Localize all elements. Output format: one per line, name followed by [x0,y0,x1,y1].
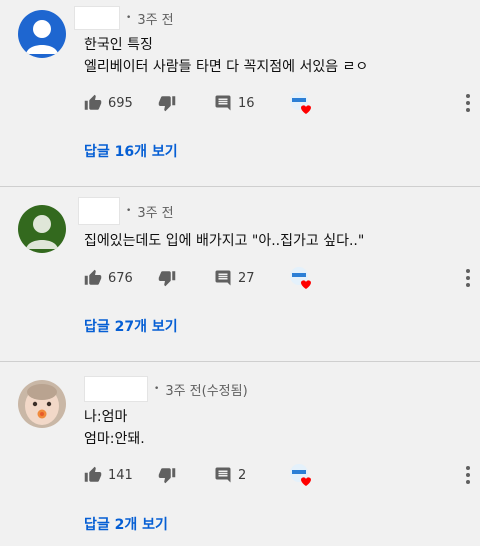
like-button[interactable]: 141 [84,462,133,488]
creator-heart-icon [290,464,311,486]
more-vert-icon [466,269,470,287]
reply-button[interactable]: 27 [214,265,255,291]
comment-actions: 141 2 [84,462,474,488]
reply-count: 2 [238,467,247,483]
avatar[interactable] [18,380,66,428]
dislike-button[interactable] [158,462,176,488]
comment-time: 3주 전 [137,205,174,221]
separator-dot: • [126,13,132,23]
thumbs-up-icon [84,466,102,482]
default-avatar-icon [18,10,66,58]
more-options-button[interactable] [462,267,474,289]
comment-line: 엄마:안돼. [84,431,145,447]
comment-time: 3주 전(수정됨) [165,383,248,399]
more-vert-icon [466,94,470,112]
avatar[interactable] [18,205,66,253]
like-button[interactable]: 676 [84,265,133,291]
more-options-button[interactable] [462,92,474,114]
like-count: 141 [108,467,133,483]
creator-heart-button[interactable] [286,263,316,293]
reply-button[interactable]: 16 [214,90,255,116]
reply-button[interactable]: 2 [214,462,246,488]
author-name-redacted[interactable] [84,376,148,402]
separator-dot: • [154,384,160,394]
dislike-button[interactable] [158,90,176,116]
view-replies-link[interactable]: 답글 2개 보기 [84,514,168,534]
view-replies-link[interactable]: 답글 27개 보기 [84,316,178,336]
creator-heart-button[interactable] [286,460,316,490]
comment-actions: 695 16 [84,90,474,116]
creator-heart-button[interactable] [286,88,316,118]
dislike-button[interactable] [158,265,176,291]
comment-time: 3주 전 [137,12,174,28]
more-vert-icon [466,466,470,484]
like-button[interactable]: 695 [84,90,133,116]
more-options-button[interactable] [462,464,474,486]
reply-icon [215,270,231,286]
like-count: 695 [108,95,133,111]
thumbs-down-icon [158,271,176,287]
author-name-redacted[interactable] [78,197,120,225]
creator-heart-icon [290,92,311,114]
reply-count: 16 [238,95,255,111]
comment-meta: • 3주 전 [78,197,174,225]
reply-icon [215,467,231,483]
default-avatar-icon [18,205,66,253]
avatar[interactable] [18,10,66,58]
reply-count: 27 [238,270,255,286]
divider [0,361,480,362]
comment-meta: • 3주 전(수정됨) [84,376,248,402]
thumbs-down-icon [158,96,176,112]
comment-line: 나:엄마 [84,409,128,425]
baby-photo-avatar-icon [18,380,66,428]
separator-dot: • [126,206,132,216]
comment-meta: • 3주 전 [74,6,174,30]
comment-line: 엘리베이터 사람들 타면 다 꼭지점에 서있음 ㄹㅇ [84,59,369,75]
comment-actions: 676 27 [84,265,474,291]
view-replies-link[interactable]: 답글 16개 보기 [84,141,178,161]
comment-line: 한국인 특징 [84,37,153,53]
comment-line: 집에있는데도 입에 배가지고 "아..집가고 싶다.." [84,233,365,249]
thumbs-up-icon [84,269,102,285]
divider [0,186,480,187]
thumbs-down-icon [158,468,176,484]
thumbs-up-icon [84,94,102,110]
creator-heart-icon [290,267,311,289]
like-count: 676 [108,270,133,286]
reply-icon [215,95,231,111]
author-name-redacted[interactable] [74,6,120,30]
